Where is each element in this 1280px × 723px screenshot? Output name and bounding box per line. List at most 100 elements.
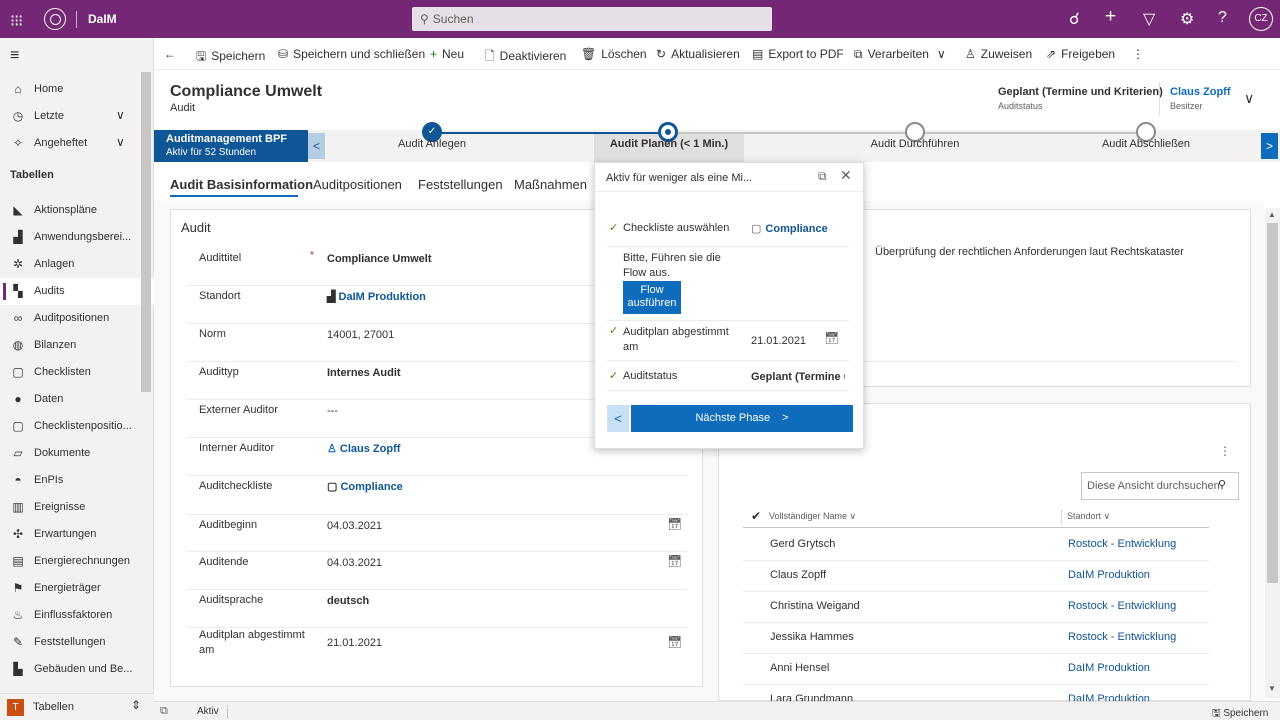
sidebar-item-home[interactable]: ⌂ Home xyxy=(0,76,154,103)
calendar-icon[interactable]: 📅︎ xyxy=(667,554,682,568)
search-icon[interactable]: ⚲ xyxy=(1218,478,1226,491)
sidebar-item-daten[interactable]: ● Daten xyxy=(0,386,154,413)
owner-link[interactable]: Claus Zopff xyxy=(1170,86,1231,98)
new-button[interactable]: + Neu xyxy=(430,47,464,61)
scroll-down-icon[interactable]: ▼ xyxy=(1268,684,1276,693)
save-button[interactable]: 🖫 Speichern xyxy=(196,47,265,68)
tab-feststellungen[interactable]: Feststellungen xyxy=(418,177,503,192)
sidebar-item-erwartungen[interactable]: ✣ Erwartungen xyxy=(0,521,154,548)
field-value[interactable]: deutsch xyxy=(327,594,369,609)
back-button[interactable]: ← xyxy=(164,47,176,61)
scroll-up-icon[interactable]: ▲ xyxy=(1268,210,1276,219)
chevron-down-icon[interactable]: ∨ xyxy=(116,108,125,122)
bpf-prev-chevron-icon[interactable]: < xyxy=(308,133,325,159)
next-stage-button[interactable]: Nächste Phase > xyxy=(631,405,853,432)
more-commands-button[interactable]: ⋮ xyxy=(1132,47,1144,61)
assign-button[interactable]: ♙ Zuweisen xyxy=(965,47,1032,61)
sidebar-item-audits[interactable]: ▚ Audits xyxy=(0,278,154,305)
sidebar-scrollbar[interactable] xyxy=(141,72,151,392)
run-flow-button[interactable]: Flow ausführen xyxy=(623,281,681,314)
field-value[interactable]: 04.03.2021 xyxy=(327,519,382,534)
cell-location-link[interactable]: Rostock - Entwicklung xyxy=(1068,631,1176,643)
table-row[interactable]: Christina Weigand Rostock - Entwicklung xyxy=(743,592,1209,623)
field-value[interactable]: Internes Audit xyxy=(327,366,401,381)
field-value[interactable]: ♙ Claus Zopff xyxy=(327,442,400,457)
status-save-button[interactable]: 🖫 Speichern xyxy=(1212,706,1268,723)
gear-icon[interactable]: ⚙ xyxy=(1180,9,1194,29)
field-value[interactable]: --- xyxy=(327,404,338,419)
sidebar-item-einflussfaktoren[interactable]: ♨ Einflussfaktoren xyxy=(0,602,154,629)
export-pdf-button[interactable]: ▤ Export to PDF xyxy=(752,47,844,61)
area-switcher[interactable]: T Tabellen ⇕ xyxy=(0,693,154,720)
sidebar-item-dokumente[interactable]: ▱ Dokumente xyxy=(0,440,154,467)
checklist-lookup-link[interactable]: ▢ Compliance xyxy=(751,222,845,235)
previous-stage-chevron-icon[interactable]: < xyxy=(607,405,629,432)
cell-location-link[interactable]: Rostock - Entwicklung xyxy=(1068,600,1176,612)
sidebar-item-checklistenpositio[interactable]: ▢ Checklistenpositio... xyxy=(0,413,154,440)
table-row[interactable]: Claus Zopff DaIM Produktion xyxy=(743,561,1209,592)
delete-button[interactable]: 🗑 Löschen xyxy=(581,47,647,61)
sidebar-item-auditpositionen[interactable]: ∞ Auditpositionen xyxy=(0,305,154,332)
calendar-icon[interactable]: 📅︎ xyxy=(667,517,682,531)
filter-icon[interactable]: ▽ xyxy=(1143,9,1155,29)
deactivate-button[interactable]: 🗋 Deaktivieren xyxy=(485,47,566,68)
field-value[interactable]: ▢ Compliance xyxy=(327,480,403,495)
refresh-button[interactable]: ↻ Aktualisieren xyxy=(656,47,740,61)
field-value[interactable]: 14001, 27001 xyxy=(327,328,394,343)
open-in-new-window-icon[interactable]: ⧉ xyxy=(160,705,168,718)
sidebar-item-anwendungsberei[interactable]: ▟ Anwendungsberei... xyxy=(0,224,154,251)
help-icon[interactable]: ? xyxy=(1218,9,1227,27)
calendar-icon[interactable]: 📅︎ xyxy=(824,331,839,345)
column-header-name[interactable]: Vollständiger Name ∨ xyxy=(769,511,856,522)
table-row[interactable]: Gerd Grytsch Rostock - Entwicklung xyxy=(743,530,1209,561)
field-value[interactable]: 21.01.2021 xyxy=(327,636,382,651)
save-and-close-button[interactable]: ⛁ Speichern und schließen xyxy=(278,47,425,61)
sidebar-item-ereignisse[interactable]: ▥ Ereignisse xyxy=(0,494,154,521)
bpf-label[interactable]: Auditmanagement BPF Aktiv für 52 Stunden xyxy=(154,130,308,162)
calendar-icon[interactable]: 📅︎ xyxy=(667,635,682,649)
scrollbar-thumb[interactable] xyxy=(1267,223,1278,583)
sidebar-item-angeheftet[interactable]: ✧ Angeheftet ∨ xyxy=(0,130,154,157)
sidebar-item-aktionspläne[interactable]: ◣ Aktionspläne xyxy=(0,197,154,224)
lightbulb-icon[interactable]: ☌ xyxy=(1069,9,1080,29)
share-button[interactable]: ⇗ Freigeben xyxy=(1046,47,1115,61)
user-avatar[interactable]: CZ xyxy=(1249,7,1273,31)
tab-audit-basisinformation[interactable]: Audit Basisinformation xyxy=(170,177,313,192)
sidebar-item-energierechnungen[interactable]: ▤ Energierechnungen xyxy=(0,548,154,575)
tab-auditpositionen[interactable]: Auditpositionen xyxy=(313,177,402,192)
hamburger-menu-icon[interactable]: ≡ xyxy=(10,47,19,65)
field-value[interactable]: ▟ DaIM Produktion xyxy=(327,290,426,305)
sidebar-item-gebäuden-und-be[interactable]: ▙ Gebäuden und Be... xyxy=(0,656,154,683)
cell-location-link[interactable]: DaIM Produktion xyxy=(1068,662,1150,674)
app-name[interactable]: DaIM xyxy=(88,12,117,26)
table-row[interactable]: Anni Hensel DaIM Produktion xyxy=(743,654,1209,685)
cell-location-link[interactable]: DaIM Produktion xyxy=(1068,569,1150,581)
cell-location-link[interactable]: Rostock - Entwicklung xyxy=(1068,538,1176,550)
select-all-checkmark-icon[interactable]: ✔ xyxy=(751,509,761,523)
subgrid-search-input[interactable]: ⚲ Diese Ansicht durchsuchen xyxy=(1081,472,1239,500)
audit-description[interactable]: Überprüfung der rechtlichen Anforderunge… xyxy=(875,246,1184,258)
sidebar-item-checklisten[interactable]: ▢ Checklisten xyxy=(0,359,154,386)
expand-icon[interactable]: ⧉ xyxy=(818,169,827,184)
sidebar-item-enpis[interactable]: ◓ EnPIs xyxy=(0,467,154,494)
sidebar-item-energieträger[interactable]: ⚑ Energieträger xyxy=(0,575,154,602)
sidebar-item-feststellungen[interactable]: ✎ Feststellungen xyxy=(0,629,154,656)
status-select[interactable]: Geplant (Termine und Kriterien) xyxy=(751,371,845,383)
column-header-location[interactable]: Standort ∨ xyxy=(1067,511,1110,522)
close-icon[interactable]: ✕ xyxy=(840,167,852,184)
sidebar-item-bilanzen[interactable]: ◍ Bilanzen xyxy=(0,332,154,359)
field-value[interactable]: 04.03.2021 xyxy=(327,556,382,571)
sidebar-item-anlagen[interactable]: ✲ Anlagen xyxy=(0,251,154,278)
process-button[interactable]: ⧉ Verarbeiten ∨ xyxy=(854,47,946,62)
expand-header-chevron-icon[interactable]: ∨ xyxy=(1244,90,1254,107)
table-row[interactable]: Jessika Hammes Rostock - Entwicklung xyxy=(743,623,1209,654)
bpf-next-chevron-icon[interactable]: > xyxy=(1261,133,1278,159)
tab-massnahmen[interactable]: Maßnahmen xyxy=(514,177,587,192)
global-search-input[interactable]: ⚲ Suchen xyxy=(412,7,772,31)
app-launcher-icon[interactable]: ⁝⁝⁝ xyxy=(10,11,23,31)
page-scrollbar[interactable]: ▲ ▼ xyxy=(1265,208,1280,698)
field-value[interactable]: Compliance Umwelt xyxy=(327,252,432,267)
more-options-icon[interactable]: ⋮ xyxy=(1219,444,1231,458)
sidebar-item-letzte[interactable]: ◷ Letzte ∨ xyxy=(0,103,154,130)
add-icon[interactable]: + xyxy=(1105,6,1116,28)
